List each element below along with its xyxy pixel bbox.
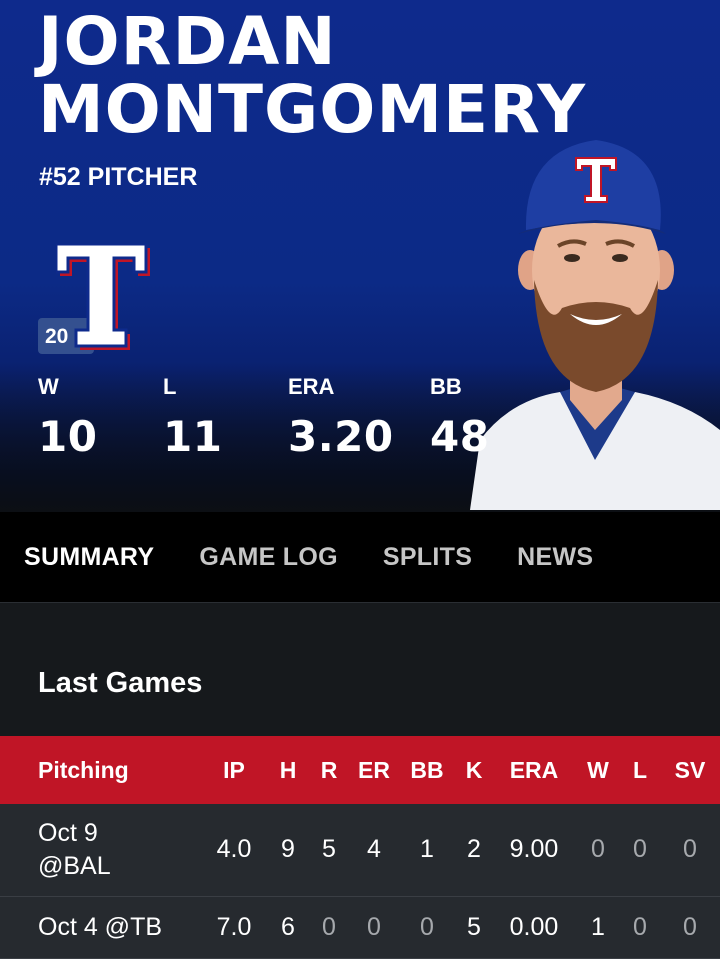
cell-ip: 7.0	[216, 912, 252, 941]
game-opponent: @BAL	[38, 851, 111, 880]
cell-r: 0	[322, 912, 336, 941]
cell-bb: 1	[420, 835, 434, 864]
cell-w: 1	[591, 912, 605, 941]
stat-value: 48	[430, 412, 490, 461]
tab-splits[interactable]: SPLITS	[383, 543, 472, 572]
col-header-pitching: Pitching	[38, 756, 129, 783]
cell-h: 6	[281, 912, 295, 941]
col-header-l: L	[632, 756, 648, 783]
cell-w: 0	[591, 835, 605, 864]
col-header-er: ER	[358, 756, 390, 783]
cell-bb: 0	[420, 912, 434, 941]
section-title: Last Games	[38, 667, 203, 699]
stat-label: BB	[430, 374, 462, 399]
cell-er: 0	[367, 912, 381, 941]
player-tabs: SUMMARY GAME LOG SPLITS NEWS	[0, 512, 720, 602]
stat-value: 3.20	[288, 412, 394, 461]
col-header-bb: BB	[410, 756, 444, 783]
cell-l: 0	[633, 912, 647, 941]
stat-wins: W 10	[38, 374, 97, 461]
stat-era: ERA 3.20	[288, 374, 394, 461]
table-row[interactable]: Oct 9 @BAL 4.0 9 5 4 1 2 9.00 0 0 0	[0, 804, 720, 896]
team-logo-icon	[56, 244, 150, 350]
game-cell: Oct 4 @TB	[38, 912, 163, 941]
stat-label: W	[38, 374, 59, 399]
tab-game-log[interactable]: GAME LOG	[199, 543, 338, 572]
stat-label: L	[163, 374, 177, 399]
cell-h: 9	[281, 835, 295, 864]
last-games-table: Pitching IP H R ER BB K ERA W L SV Oct 9…	[0, 736, 720, 959]
player-number-position: #52 PITCHER	[39, 163, 198, 191]
col-header-sv: SV	[674, 756, 706, 783]
cell-r: 5	[322, 835, 336, 864]
table-row[interactable]: Oct 4 @TB 7.0 6 0 0 0 5 0.00 1 0 0	[0, 896, 720, 958]
cell-era: 9.00	[509, 835, 559, 864]
stat-label: ERA	[288, 374, 335, 399]
player-name: JORDAN MONTGOMERY	[38, 8, 586, 144]
cell-ip: 4.0	[216, 835, 252, 864]
game-cell: Oct 9 @BAL	[0, 804, 200, 896]
col-header-ip: IP	[223, 756, 245, 783]
player-first-name: JORDAN	[38, 3, 337, 80]
stat-walks: BB 48	[430, 374, 489, 461]
last-games-header: Last Games	[0, 602, 720, 736]
player-last-name: MONTGOMERY	[38, 71, 587, 148]
col-header-k: K	[465, 756, 483, 783]
cell-sv: 0	[683, 912, 697, 941]
cell-k: 5	[467, 912, 481, 941]
stat-value: 10	[38, 412, 98, 461]
tab-summary[interactable]: SUMMARY	[24, 543, 154, 572]
player-photo	[470, 140, 720, 510]
stat-losses: L 11	[163, 374, 222, 461]
col-header-h: H	[279, 756, 297, 783]
tab-news[interactable]: NEWS	[517, 543, 593, 572]
stat-value: 11	[163, 412, 223, 461]
cell-l: 0	[633, 835, 647, 864]
table-header-row: Pitching IP H R ER BB K ERA W L SV	[0, 736, 720, 804]
col-header-r: R	[320, 756, 338, 783]
game-date: Oct 9	[38, 818, 98, 847]
cell-era: 0.00	[509, 912, 559, 941]
cell-sv: 0	[683, 835, 697, 864]
col-header-era: ERA	[509, 756, 559, 783]
col-header-w: W	[587, 756, 609, 783]
cell-er: 4	[367, 835, 381, 864]
player-header: JORDAN MONTGOMERY #52 PITCHER 20 W 10 L …	[0, 0, 720, 512]
cell-k: 2	[467, 835, 481, 864]
